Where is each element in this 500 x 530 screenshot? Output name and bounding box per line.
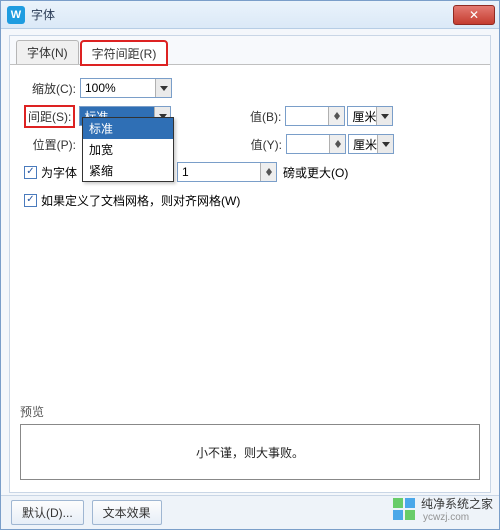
spin-down-icon[interactable] [329,116,344,125]
titlebar: W 字体 ✕ [1,1,499,29]
tab-character-spacing[interactable]: 字符间距(R) [81,41,168,65]
preview-label: 预览 [20,403,480,420]
snap-label: 如果定义了文档网格，则对齐网格(W) [41,192,240,209]
snap-checkbox[interactable]: ✓ 如果定义了文档网格，则对齐网格(W) [24,192,240,209]
dropdown-option[interactable]: 标准 [83,118,173,139]
unit-b-combo[interactable]: 厘米 [347,106,393,126]
kerning-checkbox[interactable]: ✓ 为字体 [24,164,77,181]
kerning-label: 为字体 [41,164,77,181]
preview-section: 预览 小不谨，则大事败。 [20,403,480,480]
dropdown-option[interactable]: 加宽 [83,139,173,160]
unit-y: 厘米 [353,136,377,153]
brand-icon [393,498,415,520]
position-label: 位置(P): [24,136,80,153]
checkbox-icon: ✓ [24,166,37,179]
dialog-content: 字体(N) 字符间距(R) 缩放(C): 100% 间距(S): 标准 [9,35,491,493]
watermark-brand: 纯净系统之家 [421,497,493,511]
preview-text: 小不谨，则大事败。 [196,444,304,461]
unit-b: 厘米 [352,108,376,125]
watermark: 纯净系统之家 ycwzj.com [393,495,493,523]
spin-up-icon[interactable] [329,107,344,116]
spin-down-icon[interactable] [330,144,345,153]
checkbox-icon: ✓ [24,194,37,207]
spin-up-icon[interactable] [330,135,345,144]
chevron-down-icon[interactable] [377,135,393,153]
spacing-dropdown: 标准 加宽 紧缩 [82,117,174,182]
app-icon: W [7,6,25,24]
window-title: 字体 [31,6,453,23]
kerning-value: 1 [178,165,260,179]
value-b-spin[interactable] [285,106,345,126]
spin-up-icon[interactable] [261,163,276,172]
chevron-down-icon[interactable] [155,79,171,97]
value-y-label: 值(Y): [236,136,286,153]
tab-bar: 字体(N) 字符间距(R) [10,36,490,65]
value-y-spin[interactable] [286,134,346,154]
preview-box: 小不谨，则大事败。 [20,424,480,480]
scale-label: 缩放(C): [24,80,80,97]
row-snap: ✓ 如果定义了文档网格，则对齐网格(W) [24,187,476,213]
unit-y-combo[interactable]: 厘米 [348,134,394,154]
spin-down-icon[interactable] [261,172,276,181]
watermark-url: ycwzj.com [423,512,493,523]
scale-value: 100% [85,81,116,95]
spacing-label: 间距(S): [24,105,75,128]
font-dialog: W 字体 ✕ 字体(N) 字符间距(R) 缩放(C): 100% [0,0,500,530]
scale-combo[interactable]: 100% [80,78,172,98]
kerning-spin[interactable]: 1 [177,162,277,182]
chevron-down-icon[interactable] [376,107,392,125]
tab-label: 字符间距(R) [92,47,157,61]
dropdown-option[interactable]: 紧缩 [83,160,173,181]
tab-label: 字体(N) [27,46,68,60]
close-button[interactable]: ✕ [453,5,495,25]
form-area: 缩放(C): 100% 间距(S): 标准 值(B): [10,65,490,225]
text-effects-button[interactable]: 文本效果 [92,500,162,525]
default-button[interactable]: 默认(D)... [11,500,84,525]
value-b-label: 值(B): [235,108,285,125]
kerning-tail: 磅或更大(O) [277,164,348,181]
tab-font[interactable]: 字体(N) [16,40,79,64]
row-scale: 缩放(C): 100% [24,75,476,101]
